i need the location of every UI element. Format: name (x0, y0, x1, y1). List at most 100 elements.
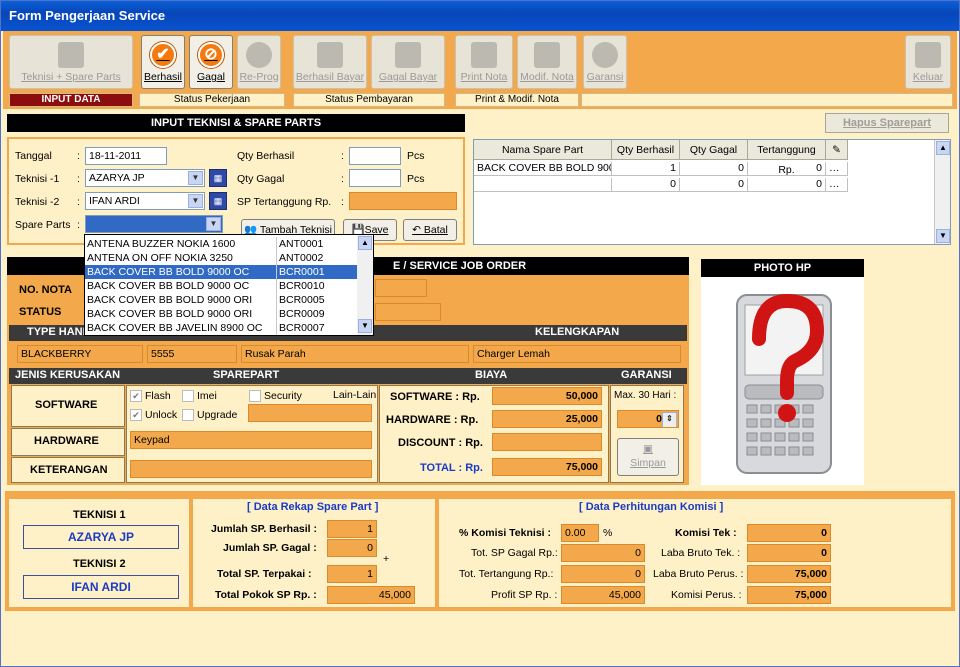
grid-header[interactable]: Qty Gagal (680, 140, 748, 160)
dropdown-scrollbar[interactable]: ▲ ▼ (357, 235, 373, 335)
chevron-down-icon[interactable]: ▼ (206, 217, 221, 231)
komisi-tek-field[interactable]: 0 (747, 524, 831, 542)
qty-berhasil-field[interactable] (349, 147, 401, 165)
gagal-button[interactable]: ⊘ Gagal (189, 35, 233, 89)
grid-cell[interactable]: 0 (748, 178, 826, 192)
grid-cell[interactable]: 0 (680, 162, 748, 176)
total-terpakai-field[interactable]: 1 (327, 565, 377, 583)
profit-field[interactable]: 45,000 (561, 586, 645, 604)
teknisi1-select[interactable]: AZARYA JP ▼ (85, 169, 205, 187)
lainlain-field[interactable] (248, 404, 372, 422)
grid-row-button[interactable]: … (826, 178, 848, 192)
teknisi2-select[interactable]: IFAN ARDI ▼ (85, 192, 205, 210)
grid-cell[interactable]: 0 (680, 178, 748, 192)
teknisi1-value: AZARYA JP (89, 172, 145, 184)
qty-berhasil-label: Qty Berhasil (237, 150, 295, 162)
flash-checkbox[interactable]: ✔ (130, 390, 142, 402)
qty-gagal-field[interactable] (349, 169, 401, 187)
gagal-bayar-button[interactable]: Gagal Bayar (371, 35, 445, 89)
print-nota-label: Print Nota (460, 71, 508, 83)
scroll-down-icon[interactable]: ▼ (358, 319, 372, 333)
chevron-down-icon[interactable]: ▼ (188, 171, 203, 185)
garansi-cell: Max. 30 Hari : 0 ⇕ ▣ Simpan (610, 385, 684, 483)
upgrade-checkbox[interactable] (182, 409, 194, 421)
status-field[interactable] (375, 303, 441, 321)
imei-checkbox[interactable] (182, 390, 194, 402)
imei-field[interactable]: 5555 (147, 345, 237, 363)
teknisi2-lookup-icon[interactable]: ▦ (209, 192, 227, 210)
scroll-up-icon[interactable]: ▲ (358, 236, 372, 250)
berhasil-bayar-button[interactable]: Berhasil Bayar (293, 35, 367, 89)
jumlah-gagal-field[interactable]: 0 (327, 539, 377, 557)
laba-perus-field[interactable]: 75,000 (747, 565, 831, 583)
dropdown-item[interactable]: BACK COVER BB JAVELIN 8900 OC BCR0007 (85, 321, 357, 335)
spare-parts-label: Spare Parts (15, 219, 71, 231)
colon: : (77, 219, 80, 231)
modif-nota-button[interactable]: Modif. Nota (517, 35, 577, 89)
dropdown-item[interactable]: ANTENA BUZZER NOKIA 1600 ANT0001 (85, 237, 357, 251)
kelengkapan-field[interactable]: Charger Lemah (473, 345, 681, 363)
qty-gagal-label: Qty Gagal (237, 173, 285, 185)
teknisi-spare-parts-button[interactable]: Teknisi + Spare Parts (9, 35, 133, 89)
form-window: Form Pengerjaan Service Teknisi + Spare … (0, 0, 960, 667)
sparepart-cell: ✔ Flash Imei Security Lain-Lain ✔ Unlock U… (126, 385, 378, 483)
dropdown-item[interactable]: BACK COVER BB BOLD 9000 ORI BCR0009 (85, 307, 357, 321)
no-nota-field[interactable] (375, 279, 427, 297)
type-field[interactable]: BLACKBERRY (17, 345, 143, 363)
total-pokok-field[interactable]: 45,000 (327, 586, 415, 604)
grid-cell[interactable]: BACK COVER BB BOLD 9000 OC (474, 162, 612, 176)
hardware-rp-field[interactable]: 25,000 (492, 410, 602, 428)
spare-parts-dropdown[interactable]: ANTENA BUZZER NOKIA 1600 ANT0001 ANTENA O… (84, 234, 374, 336)
garansi-button[interactable]: Garansi (583, 35, 627, 89)
grid-cell[interactable] (474, 178, 612, 192)
keluar-button[interactable]: Keluar (905, 35, 951, 89)
keluhan-field[interactable]: Rusak Parah (241, 345, 469, 363)
pct-komisi-field[interactable]: 0.00 (561, 524, 599, 542)
garansi-days-field[interactable]: 0 ⇕ (617, 410, 679, 428)
security-checkbox[interactable] (249, 390, 261, 402)
jumlah-berhasil-field[interactable]: 1 (327, 520, 377, 538)
simpan-button[interactable]: ▣ Simpan (617, 438, 679, 476)
batal-button[interactable]: ↶ Batal (403, 219, 457, 241)
sp-tertanggung-field[interactable] (349, 192, 457, 210)
grid-scrollbar[interactable]: ▲ ▼ (934, 140, 950, 244)
grid-cell[interactable]: 0 (612, 178, 680, 192)
teknisi1-lookup-icon[interactable]: ▦ (209, 169, 227, 187)
scroll-up-icon[interactable]: ▲ (936, 141, 950, 155)
unlock-checkbox[interactable]: ✔ (130, 409, 142, 421)
berhasil-button[interactable]: ✔ Berhasil (141, 35, 185, 89)
discount-field[interactable] (492, 433, 602, 451)
grid-row-button[interactable]: … (826, 162, 848, 176)
grid-header[interactable]: Qty Berhasil (612, 140, 680, 160)
colon: : (77, 150, 80, 162)
grid-header[interactable]: Nama Spare Part (474, 140, 612, 160)
hapus-sparepart-button[interactable]: Hapus Sparepart (825, 113, 949, 133)
spare-parts-select[interactable]: ▼ (85, 215, 223, 233)
scroll-down-icon[interactable]: ▼ (936, 229, 950, 243)
laba-tek-field[interactable]: 0 (747, 544, 831, 562)
item-name: BACK COVER BB BOLD 9000 OC (87, 266, 250, 278)
komisi-perus-field[interactable]: 75,000 (747, 586, 831, 604)
colon: : (341, 173, 344, 185)
profit-label: Profit SP Rp. : (491, 589, 558, 601)
dropdown-item[interactable]: BACK COVER BB BOLD 9000 ORI BCR0005 (85, 293, 357, 307)
tot-tertanggung-field[interactable]: 0 (561, 565, 645, 583)
spinner-icon[interactable]: ⇕ (662, 412, 677, 427)
keterangan-field[interactable] (130, 460, 372, 478)
grid-header[interactable]: Tertanggung Rp. (748, 140, 826, 176)
tot-gagal-field[interactable]: 0 (561, 544, 645, 562)
reprog-button[interactable]: Re-Prog (237, 35, 281, 89)
keterangan-label: KETERANGAN (30, 464, 108, 476)
tanggal-field[interactable]: 18-11-2011 (85, 147, 167, 165)
dropdown-item[interactable]: BACK COVER BB BOLD 9000 OC BCR0010 (85, 279, 357, 293)
total-field[interactable]: 75,000 (492, 458, 602, 476)
print-nota-button[interactable]: Print Nota (455, 35, 513, 89)
software-rp-field[interactable]: 50,000 (492, 387, 602, 405)
hardware-field[interactable]: Keypad (130, 431, 372, 449)
tanggal-label: Tanggal (15, 150, 52, 162)
dropdown-item-selected[interactable]: BACK COVER BB BOLD 9000 OC BCR0001 (85, 265, 357, 279)
grid-cell[interactable]: 0 (748, 162, 826, 176)
dropdown-item[interactable]: ANTENA ON OFF NOKIA 3250 ANT0002 (85, 251, 357, 265)
chevron-down-icon[interactable]: ▼ (188, 194, 203, 208)
grid-cell[interactable]: 1 (612, 162, 680, 176)
